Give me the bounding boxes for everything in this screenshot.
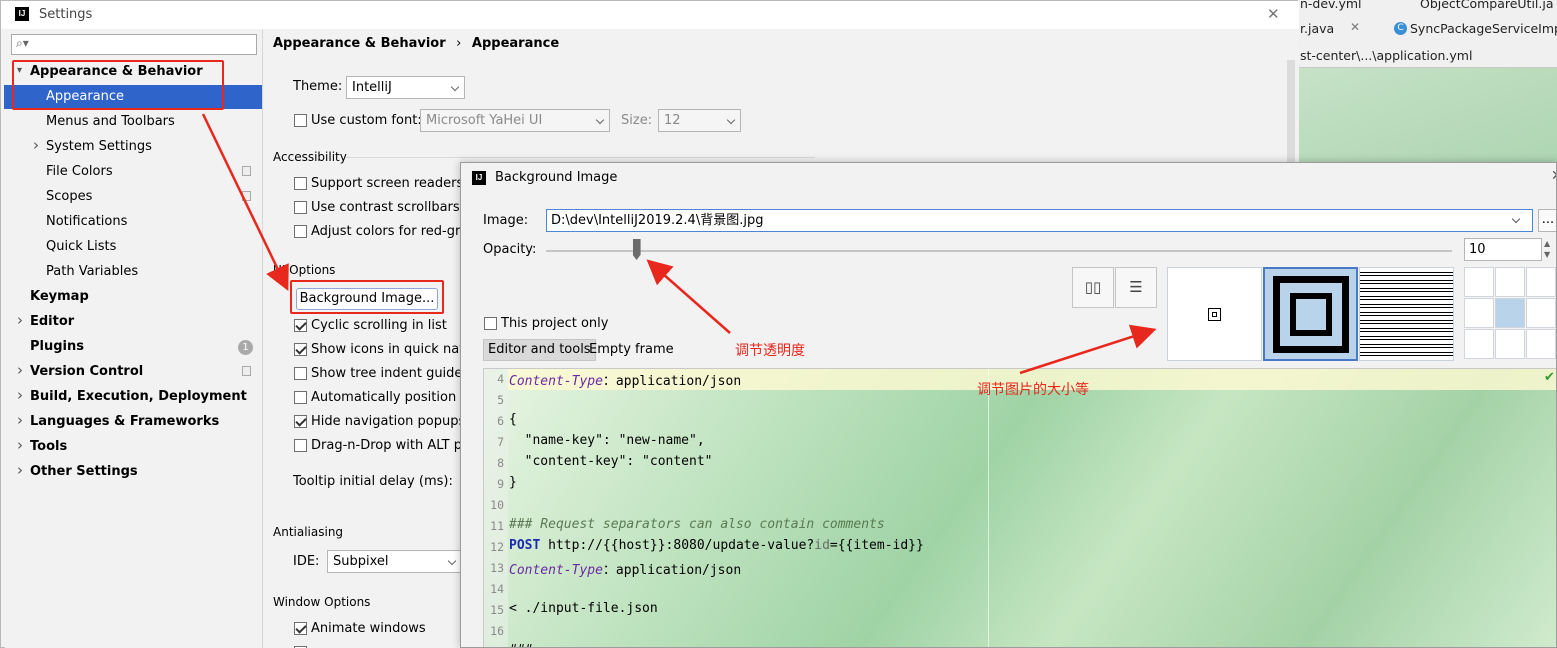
arrow-to-background-image — [201, 113, 289, 292]
arrow-to-fill-mode — [1019, 324, 1157, 375]
size-annotation: 调节图片的大小等 — [977, 382, 1089, 398]
opacity-annotation: 调节透明度 — [735, 343, 805, 359]
arrow-to-opacity — [646, 259, 731, 334]
annotation-arrows — [201, 113, 1157, 375]
